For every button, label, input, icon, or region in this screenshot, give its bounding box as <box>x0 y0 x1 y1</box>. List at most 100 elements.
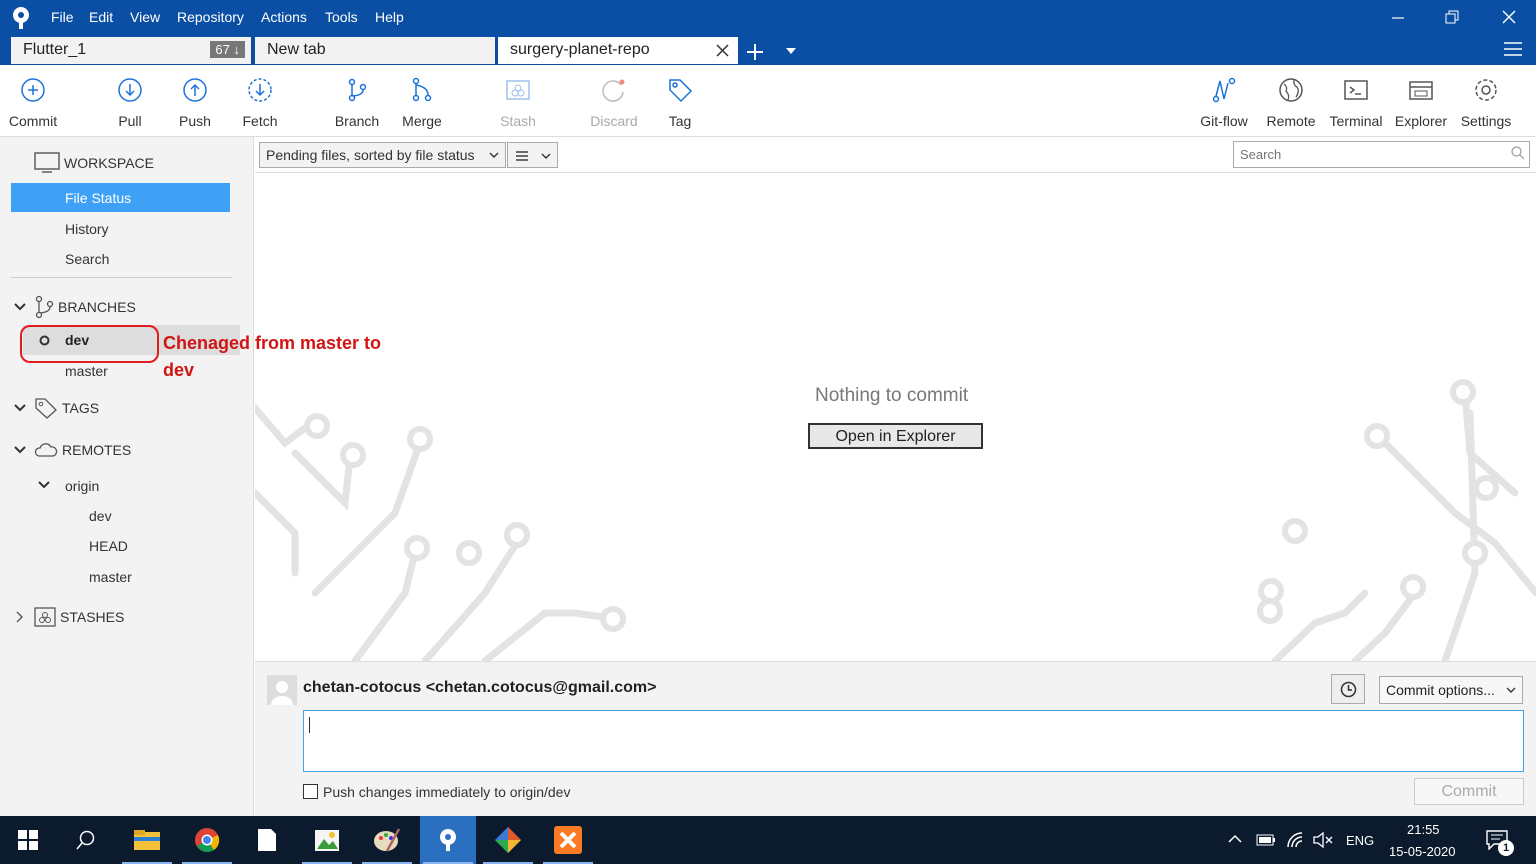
minimize-button[interactable] <box>1378 4 1418 30</box>
chevron-up-icon[interactable] <box>1228 834 1242 843</box>
git-flow-button[interactable]: Git-flow <box>1191 77 1257 129</box>
explorer-button[interactable]: Explorer <box>1388 77 1454 129</box>
tab-new[interactable]: New tab <box>255 37 495 64</box>
taskbar-search-button[interactable] <box>58 816 114 864</box>
stash-button[interactable]: Stash <box>485 77 551 129</box>
view-mode-select[interactable] <box>507 142 558 168</box>
toolbar-label: Commit <box>8 113 58 129</box>
stash-icon <box>505 77 531 103</box>
chevron-down-icon <box>541 153 551 160</box>
sidebar-item-search[interactable]: Search <box>65 251 109 267</box>
commit-message-input[interactable] <box>303 710 1524 772</box>
language-indicator[interactable]: ENG <box>1346 833 1374 848</box>
taskbar-xampp[interactable] <box>540 816 596 864</box>
sidebar-item-history[interactable]: History <box>65 221 109 237</box>
globe-icon <box>1278 77 1304 103</box>
menu-help[interactable]: Help <box>375 9 404 25</box>
tab-label: Flutter_1 <box>23 41 87 58</box>
restore-button[interactable] <box>1432 4 1472 30</box>
toolbar: Commit Pull Push Fetch Branch Merge Stas… <box>0 65 1536 137</box>
menu-view[interactable]: View <box>130 9 160 25</box>
toolbar-label: Terminal <box>1329 113 1383 129</box>
tags-label: TAGS <box>62 400 100 416</box>
branch-button[interactable]: Branch <box>324 77 390 129</box>
commit-history-button[interactable] <box>1331 674 1365 704</box>
clock-date[interactable]: 15-05-2020 <box>1389 844 1456 859</box>
push-immediately-checkbox[interactable] <box>303 784 318 799</box>
add-tab-icon[interactable] <box>746 43 764 61</box>
chrome-icon <box>194 827 220 853</box>
taskbar-sourcetree[interactable] <box>420 816 476 864</box>
tag-icon <box>667 77 693 103</box>
tag-button[interactable]: Tag <box>647 77 713 129</box>
push-immediately-label[interactable]: Push changes immediately to origin/dev <box>323 784 570 800</box>
toolbar-label: Discard <box>590 113 638 129</box>
branches-label: BRANCHES <box>58 299 136 315</box>
remotes-header[interactable]: REMOTES <box>14 442 131 458</box>
menu-edit[interactable]: Edit <box>89 9 113 25</box>
remote-branch-dev[interactable]: dev <box>89 508 112 524</box>
commit-button[interactable]: Commit <box>1414 778 1524 805</box>
notification-center-button[interactable]: 1 <box>1486 828 1516 856</box>
close-window-button[interactable] <box>1489 4 1529 30</box>
taskbar-notepad[interactable] <box>239 816 295 864</box>
toolbar-label: Merge <box>402 113 442 129</box>
toolbar-label: Tag <box>668 113 692 129</box>
commit-options-dropdown[interactable]: Commit options... <box>1379 676 1523 704</box>
tags-header[interactable]: TAGS <box>14 397 99 419</box>
menu-tools[interactable]: Tools <box>325 9 358 25</box>
branch-icon <box>34 295 54 319</box>
taskbar-git-extensions[interactable] <box>480 816 536 864</box>
pull-button[interactable]: Pull <box>97 77 163 129</box>
folder-icon <box>1408 77 1434 103</box>
cloud-icon <box>34 442 58 458</box>
title-bar: File Edit View Repository Actions Tools … <box>0 0 1536 65</box>
file-filter-select[interactable]: Pending files, sorted by file status <box>259 142 506 168</box>
toolbar-label: Explorer <box>1394 113 1448 129</box>
divider <box>11 277 232 278</box>
clock-time[interactable]: 21:55 <box>1407 822 1440 837</box>
annotation-text: Chenaged from master to dev <box>163 333 382 380</box>
push-button[interactable]: Push <box>162 77 228 129</box>
hamburger-menu-icon[interactable] <box>1504 42 1522 56</box>
toolbar-label: Pull <box>118 113 142 129</box>
tab-surgery-planet-repo[interactable]: surgery-planet-repo <box>498 37 738 64</box>
commit-toolbar-button[interactable]: Commit <box>0 77 66 129</box>
menu-file[interactable]: File <box>51 9 74 25</box>
remote-button[interactable]: Remote <box>1258 77 1324 129</box>
monitor-icon <box>34 152 60 174</box>
remote-branch-head[interactable]: HEAD <box>89 538 128 554</box>
discard-button[interactable]: Discard <box>581 77 647 129</box>
terminal-button[interactable]: Terminal <box>1323 77 1389 129</box>
chevron-down-icon[interactable] <box>38 481 50 489</box>
settings-button[interactable]: Settings <box>1453 77 1519 129</box>
toolbar-label: Branch <box>334 113 380 129</box>
branches-header[interactable]: BRANCHES <box>14 295 136 319</box>
menu-repository[interactable]: Repository <box>177 9 244 25</box>
sidebar-item-file-status[interactable]: File Status <box>11 183 230 212</box>
battery-icon[interactable] <box>1256 834 1276 846</box>
search-input[interactable] <box>1233 141 1530 168</box>
taskbar-app-images[interactable] <box>299 816 355 864</box>
stashes-header[interactable]: STASHES <box>14 607 124 627</box>
tab-flutter[interactable]: Flutter_1 67 ↓ <box>11 37 251 64</box>
toolbar-label: Fetch <box>242 113 278 129</box>
taskbar-paint[interactable] <box>359 816 415 864</box>
merge-button[interactable]: Merge <box>389 77 455 129</box>
start-button[interactable] <box>0 816 56 864</box>
taskbar-chrome[interactable] <box>179 816 235 864</box>
branch-item-master[interactable]: master <box>65 363 108 379</box>
volume-muted-icon[interactable] <box>1313 831 1335 849</box>
close-tab-icon[interactable] <box>716 44 729 57</box>
fetch-button[interactable]: Fetch <box>227 77 293 129</box>
menu-actions[interactable]: Actions <box>261 9 307 25</box>
remote-origin[interactable]: origin <box>65 478 99 494</box>
taskbar-file-explorer[interactable] <box>119 816 175 864</box>
chevron-right-icon <box>14 611 26 623</box>
wifi-icon[interactable] <box>1286 831 1306 849</box>
git-diamond-icon <box>494 826 522 854</box>
open-in-explorer-button[interactable]: Open in Explorer <box>808 423 983 449</box>
stashes-label: STASHES <box>60 609 125 625</box>
remote-branch-master[interactable]: master <box>89 569 132 585</box>
tab-dropdown-icon[interactable] <box>786 48 796 54</box>
